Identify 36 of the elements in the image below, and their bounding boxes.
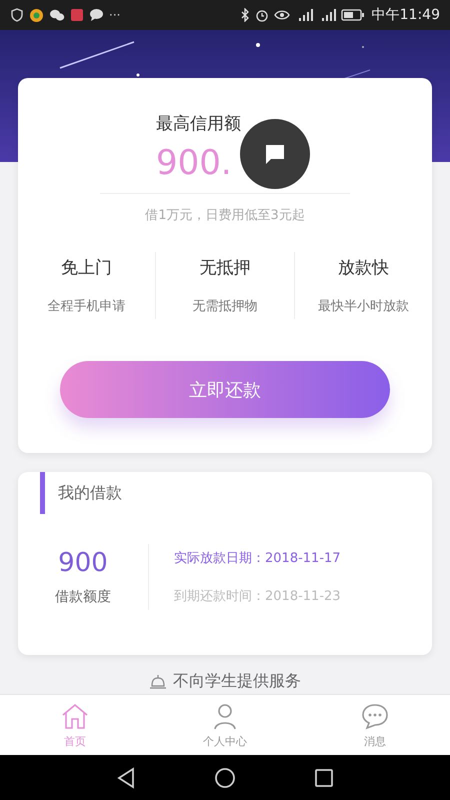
home-icon <box>60 702 90 730</box>
clock: 中午11:49 <box>372 6 440 24</box>
more-notifications: ··· <box>109 8 120 22</box>
feature-description: 最快半小时放款 <box>318 298 409 315</box>
tab[interactable]: 个人中心 <box>150 695 300 755</box>
chat-bubble-icon <box>360 702 390 730</box>
back-icon[interactable] <box>116 766 136 788</box>
feature-description: 全程手机申请 <box>48 298 126 315</box>
loan-amount: 900 <box>58 548 108 578</box>
bell-icon <box>149 674 167 690</box>
section-title: 我的借款 <box>58 482 122 504</box>
notice-text: 不向学生提供服务 <box>173 671 301 692</box>
repay-button[interactable]: 立即还款 <box>60 361 390 418</box>
app-icon <box>70 8 84 22</box>
alarm-icon <box>254 8 269 22</box>
tab[interactable]: 消息 <box>300 695 450 755</box>
loan-date: 到期还款时间：2018-11-23 <box>174 588 341 605</box>
battery-icon <box>340 9 365 21</box>
tab[interactable]: 首页 <box>0 695 150 755</box>
credit-limit-amount: 900. <box>156 143 232 183</box>
home-icon[interactable] <box>214 766 236 788</box>
loan-date: 实际放款日期：2018-11-17 <box>174 550 341 567</box>
recent-apps-icon[interactable] <box>314 768 334 788</box>
eye-icon <box>274 9 290 21</box>
credit-limit-label: 最高信用额 <box>156 113 241 135</box>
chat-app-icon <box>49 8 65 22</box>
feature-title: 放款快 <box>338 257 389 279</box>
fee-note: 借1万元，日费用低至3元起 <box>145 207 305 224</box>
feature-description: 无需抵押物 <box>192 298 258 315</box>
shield-icon <box>10 8 24 22</box>
app-icon <box>29 8 44 22</box>
feature-title: 免上门 <box>61 257 112 279</box>
message-icon <box>89 8 104 22</box>
feature-title: 无抵押 <box>199 257 250 279</box>
loan-amount-label: 借款额度 <box>55 588 111 606</box>
bluetooth-icon <box>240 8 250 22</box>
